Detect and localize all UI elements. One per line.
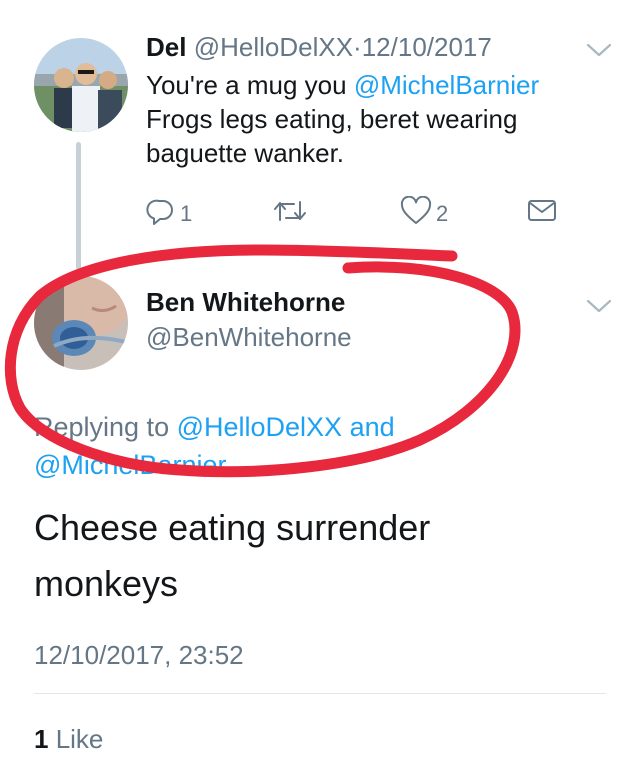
replying-to-prefix: Replying to bbox=[34, 412, 177, 442]
replying-mention-hellodelxx[interactable]: @HelloDelXX bbox=[177, 412, 342, 442]
thread-line bbox=[76, 142, 81, 270]
tweet1-text-line2: Frogs legs eating, beret wearing bbox=[146, 104, 518, 134]
tweet2-timestamp: 12/10/2017, 23:52 bbox=[34, 640, 244, 670]
dm-button[interactable] bbox=[526, 196, 558, 229]
like-button[interactable]: 2 bbox=[400, 195, 449, 231]
avatar-ben[interactable] bbox=[34, 276, 128, 370]
like-icon bbox=[400, 195, 432, 231]
chevron-down-icon[interactable] bbox=[586, 298, 612, 314]
avatar-del[interactable] bbox=[34, 38, 128, 132]
tweet1-author-name[interactable]: Del bbox=[146, 32, 186, 62]
reply-count: 1 bbox=[180, 200, 193, 226]
mention-link[interactable]: @MichelBarnier bbox=[354, 70, 539, 100]
likes-count: 1 bbox=[34, 724, 49, 754]
tweet1-text: You're a mug you @MichelBarnier Frogs le… bbox=[146, 68, 586, 170]
tweet2-author-name[interactable]: Ben Whitehorne bbox=[146, 286, 345, 318]
tweet1-text-line1: You're a mug you bbox=[146, 70, 354, 100]
reply-button[interactable]: 1 bbox=[146, 196, 192, 231]
tweet1-author-handle[interactable]: @HelloDelXX bbox=[194, 32, 353, 62]
chevron-down-icon[interactable] bbox=[586, 42, 612, 58]
reply-icon bbox=[146, 196, 176, 231]
replying-mention-michelbarnier[interactable]: @MichelBarnier bbox=[34, 450, 226, 480]
likes-label: Like bbox=[48, 724, 104, 754]
tweet1-header: Del @HelloDelXX·12/10/2017 bbox=[146, 30, 492, 64]
replying-and[interactable]: and bbox=[342, 412, 395, 442]
tweet2-author-handle[interactable]: @BenWhitehorne bbox=[146, 321, 352, 353]
tweet1-separator: · bbox=[353, 32, 362, 62]
like-count: 2 bbox=[436, 200, 449, 226]
likes-summary[interactable]: 1 Like bbox=[34, 722, 103, 756]
replying-to: Replying to @HelloDelXX and @MichelBarni… bbox=[34, 408, 474, 484]
tweet1-date[interactable]: 12/10/2017 bbox=[362, 32, 492, 62]
dm-icon bbox=[526, 196, 558, 229]
tweet2-text: Cheese eating surrender monkeys bbox=[34, 500, 594, 612]
tweet2-text-line2: monkeys bbox=[34, 563, 179, 604]
divider bbox=[34, 693, 606, 694]
retweet-button[interactable] bbox=[272, 196, 308, 231]
tweet2-text-line1: Cheese eating surrender bbox=[34, 507, 431, 548]
tweet1-text-line3: baguette wanker. bbox=[146, 138, 345, 168]
retweet-icon bbox=[272, 196, 308, 231]
